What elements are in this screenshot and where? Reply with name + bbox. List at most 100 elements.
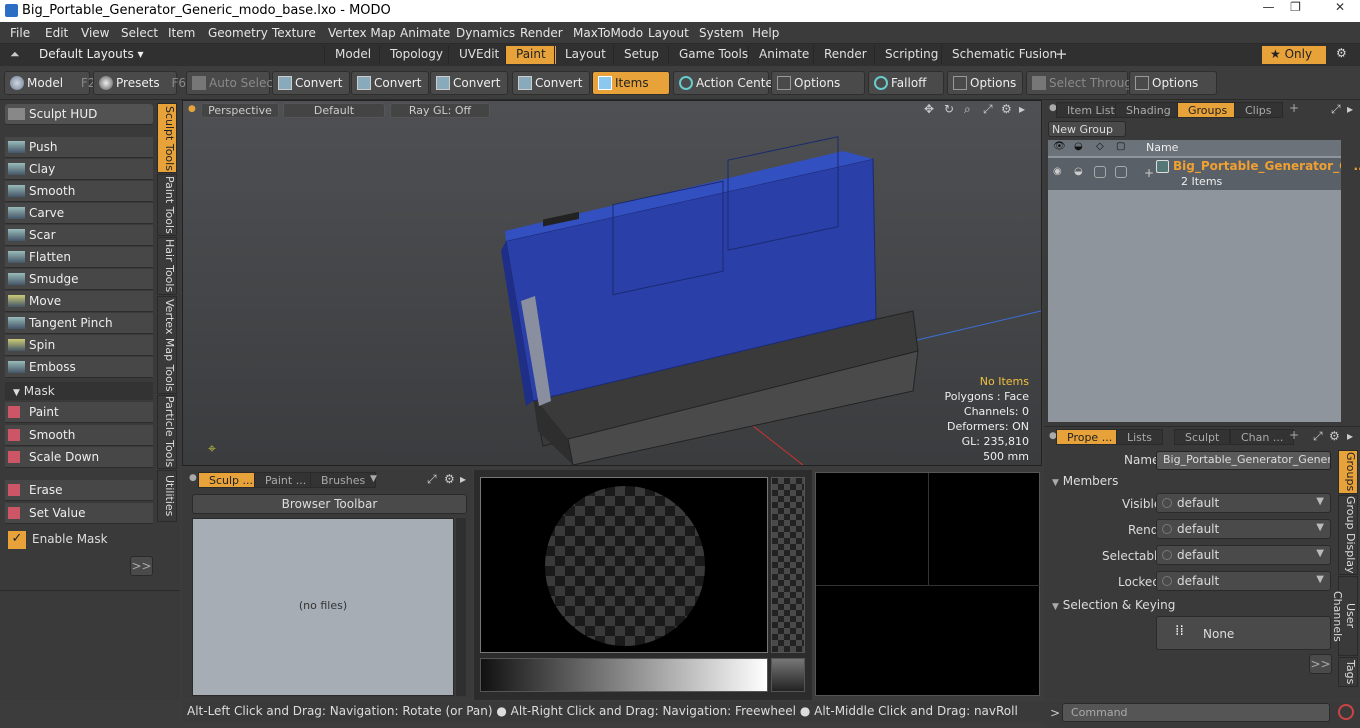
menu-vertex-map[interactable]: Vertex Map (328, 26, 396, 40)
menu-dynamics[interactable]: Dynamics (456, 26, 515, 40)
mask-set-value[interactable]: Set Value (5, 503, 153, 524)
maximize-panel-icon[interactable]: ⤢ (1313, 429, 1323, 444)
more-button[interactable]: >> (1309, 654, 1332, 674)
selection-keying-section-header[interactable]: ▼ Selection & Keying (1052, 598, 1175, 612)
mask-scale-down[interactable]: Scale Down (5, 447, 153, 468)
tab-groups[interactable]: Groups (1177, 102, 1239, 118)
tool-move[interactable]: Move (5, 291, 153, 312)
menu-system[interactable]: System (699, 26, 744, 40)
falloff-options-button[interactable]: Options (947, 71, 1023, 95)
panel-more-icon[interactable]: ▸ (1347, 429, 1353, 443)
uv-view[interactable] (815, 472, 1041, 696)
more-button[interactable]: >> (130, 556, 153, 576)
mask-section-header[interactable]: ▼ Mask (5, 382, 153, 400)
visibility-column-icon[interactable]: 👁 (1053, 141, 1066, 152)
groups-list[interactable]: 👁 ◒ ◇ ▢ Name ◉ ◒ + Big_Portable_Generato… (1048, 140, 1360, 422)
model-mode-button[interactable]: Model F2 (4, 71, 95, 95)
tab-model[interactable]: Model (324, 46, 381, 64)
tab-hair-tools[interactable]: Hair Tools (157, 237, 177, 295)
panel-gear-icon[interactable]: ⚙ (1329, 429, 1340, 443)
tab-animate[interactable]: Animate (748, 46, 819, 64)
menu-layout[interactable]: Layout (648, 26, 689, 40)
auto-select-button[interactable]: Auto Select (186, 71, 278, 95)
tab-properties[interactable]: Prope ... (1056, 429, 1124, 445)
tab-sculpt-tools[interactable]: Sculpt Tools (157, 103, 177, 173)
only-toggle[interactable]: ★ Only (1262, 46, 1326, 64)
tool-smudge[interactable]: Smudge (5, 269, 153, 290)
menu-edit[interactable]: Edit (45, 26, 68, 40)
tab-paint-tools[interactable]: Paint Tools (157, 174, 177, 236)
file-list[interactable]: (no files) (192, 518, 454, 696)
tab-groups-vertical[interactable]: Groups (1338, 450, 1358, 494)
menu-help[interactable]: Help (752, 26, 779, 40)
tool-emboss[interactable]: Emboss (5, 357, 153, 378)
menu-maxtomodo[interactable]: MaxToModo (573, 26, 643, 40)
tab-render[interactable]: Render (813, 46, 877, 64)
tab-utilities[interactable]: Utilities (157, 470, 177, 522)
tab-setup[interactable]: Setup (613, 46, 669, 64)
render-column-icon[interactable]: ◒ (1074, 141, 1083, 152)
tab-channels[interactable]: Chan ... (1230, 429, 1295, 445)
tab-tags[interactable]: Tags (1338, 657, 1358, 687)
tab-paint-brushes[interactable]: Paint ... (254, 472, 318, 488)
convert-vertices-button[interactable]: Convert (272, 71, 350, 95)
tool-scar[interactable]: Scar (5, 225, 153, 246)
tab-dropdown-arrow-icon[interactable]: ▼ (370, 474, 377, 484)
group-row[interactable]: ◉ ◒ + Big_Portable_Generator_G... 2 Item… (1048, 158, 1360, 190)
tab-group-display[interactable]: Group Display (1338, 495, 1358, 575)
tab-paint[interactable]: Paint (505, 46, 556, 64)
groups-list-scrollbar[interactable] (1341, 140, 1353, 422)
tab-uvedit[interactable]: UVEdit (448, 46, 509, 64)
add-tab-icon[interactable]: + (1289, 101, 1299, 115)
tab-scripting[interactable]: Scripting (874, 46, 948, 64)
opacity-strip[interactable] (771, 477, 805, 653)
tab-schematic-fusion[interactable]: Schematic Fusion (941, 46, 1067, 64)
menu-view[interactable]: View (81, 26, 109, 40)
visibility-toggle-icon[interactable]: ◉ (1053, 166, 1062, 177)
tab-shading[interactable]: Shading (1115, 102, 1182, 118)
sculpt-hud-button[interactable]: Sculpt HUD (5, 104, 153, 125)
grayscale-gradient-swatch[interactable] (480, 658, 768, 692)
tool-smooth[interactable]: Smooth (5, 181, 153, 202)
maximize-button[interactable]: ❐ (1282, 0, 1309, 20)
default-layouts-dropdown[interactable]: Default Layouts ▾ (39, 47, 144, 61)
lock-column-icon[interactable]: ▢ (1116, 141, 1125, 152)
browser-toolbar-button[interactable]: Browser Toolbar (192, 494, 467, 514)
members-section-header[interactable]: ▼ Members (1052, 474, 1118, 488)
menu-render[interactable]: Render (520, 26, 563, 40)
add-tab-icon[interactable]: + (1055, 45, 1068, 63)
new-group-button[interactable]: New Group (1048, 121, 1126, 137)
lock-toggle[interactable] (1115, 166, 1127, 178)
tab-lists[interactable]: Lists (1116, 429, 1163, 445)
falloff-button[interactable]: Falloff (868, 71, 944, 95)
maximize-panel-icon[interactable]: ⤢ (427, 472, 437, 487)
render-dropdown[interactable]: default ▼ (1156, 519, 1331, 539)
mask-smooth[interactable]: Smooth (5, 425, 153, 446)
close-button[interactable]: ✕ (1320, 0, 1360, 20)
gear-icon[interactable]: ⚙ (1336, 46, 1347, 60)
tool-spin[interactable]: Spin (5, 335, 153, 356)
tool-flatten[interactable]: Flatten (5, 247, 153, 268)
menu-texture[interactable]: Texture (272, 26, 316, 40)
menu-animate[interactable]: Animate (400, 26, 450, 40)
menu-item[interactable]: Item (168, 26, 195, 40)
render-toggle-icon[interactable]: ◒ (1074, 166, 1083, 177)
tab-topology[interactable]: Topology (379, 46, 453, 64)
select-through-button[interactable]: Select Through (1026, 71, 1140, 95)
action-center-options-button[interactable]: Options (771, 71, 865, 95)
menu-file[interactable]: File (10, 26, 30, 40)
record-icon[interactable] (1338, 704, 1354, 720)
name-field[interactable]: Big_Portable_Generator_Generic ( (1156, 451, 1331, 470)
tab-vertex-map-tools[interactable]: Vertex Map Tools (157, 296, 177, 394)
select-column-icon[interactable]: ◇ (1096, 141, 1104, 152)
visible-dropdown[interactable]: default ▼ (1156, 493, 1331, 513)
menu-select[interactable]: Select (121, 26, 158, 40)
3d-viewport[interactable]: ● Perspective Default Ray GL: Off ✥ ↻ ⌕ … (182, 100, 1042, 466)
select-through-options-button[interactable]: Options (1129, 71, 1217, 95)
panel-more-icon[interactable]: ▸ (460, 472, 466, 486)
menu-geometry[interactable]: Geometry (208, 26, 268, 40)
items-mode-button[interactable]: Items (592, 71, 670, 95)
tool-clay[interactable]: Clay (5, 159, 153, 180)
enable-mask-checkbox[interactable]: ✓ Enable Mask (5, 529, 153, 551)
tool-carve[interactable]: Carve (5, 203, 153, 224)
